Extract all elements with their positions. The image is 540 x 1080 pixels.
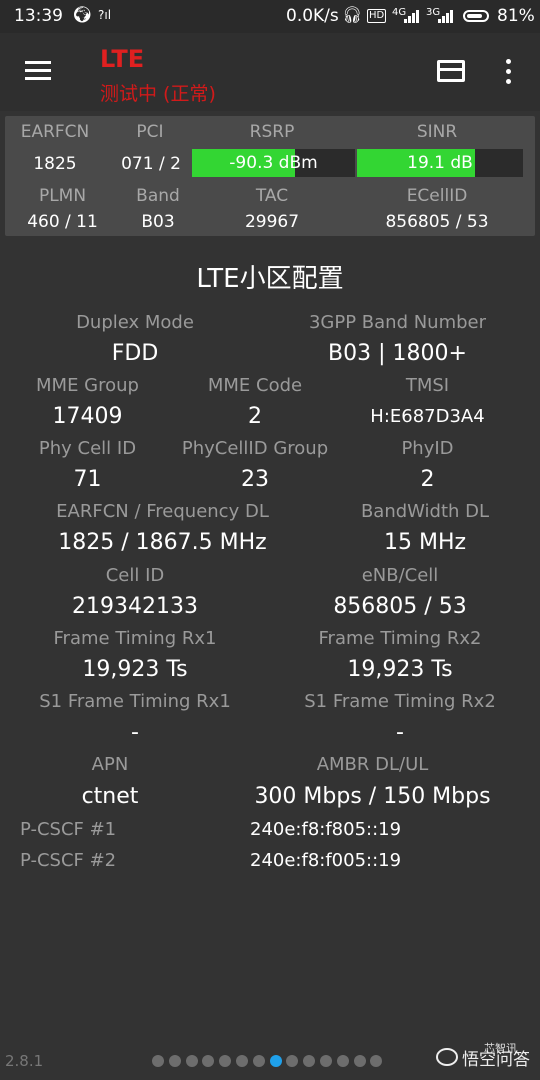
globe-icon: 🌍︎ bbox=[72, 5, 93, 24]
mme-code-label: MME Code bbox=[207, 375, 303, 396]
hd-icon: HD bbox=[367, 9, 387, 23]
page-dot[interactable] bbox=[236, 1055, 248, 1067]
sinr-value: 19.1 dB bbox=[407, 153, 473, 173]
ecellid-value: 856805 / 53 bbox=[385, 212, 489, 232]
status-time: 13:39 bbox=[14, 6, 63, 26]
frame-timing-rx2-label: Frame Timing Rx2 bbox=[318, 628, 482, 649]
duplex-mode-label: Duplex Mode bbox=[76, 312, 194, 333]
pci-header: PCI bbox=[136, 122, 164, 142]
more-options-icon[interactable] bbox=[505, 59, 513, 85]
enb-cell-value: 856805 / 53 bbox=[333, 594, 467, 619]
menu-icon[interactable] bbox=[25, 61, 51, 81]
apn-value: ctnet bbox=[81, 784, 139, 809]
page-dot[interactable] bbox=[152, 1055, 164, 1067]
watermark-text: 悟空问答 bbox=[462, 1050, 530, 1070]
phy-cell-id-label: Phy Cell ID bbox=[38, 438, 137, 459]
band-number-value: B03 | 1800+ bbox=[328, 341, 467, 366]
apn-label: APN bbox=[91, 754, 129, 775]
band-header: Band bbox=[136, 186, 180, 206]
signal-bars-icon bbox=[438, 9, 454, 23]
s1-frame-timing-rx1-value: - bbox=[131, 720, 139, 745]
page-dot[interactable] bbox=[185, 1055, 198, 1067]
tac-value: 29967 bbox=[244, 212, 300, 232]
battery-percent: 81% bbox=[497, 6, 535, 26]
phy-cell-id-value: 71 bbox=[73, 467, 102, 492]
ambr-label: AMBR DL/UL bbox=[316, 754, 429, 775]
app-title: LTE bbox=[100, 45, 145, 73]
cell-id-label: Cell ID bbox=[105, 565, 165, 586]
pcscf1-value: 240e:f8:f805::19 bbox=[250, 819, 402, 840]
s1-frame-timing-rx2-value: - bbox=[396, 720, 404, 745]
tmsi-value: H:E687D3A4 bbox=[370, 406, 485, 427]
signal-icon: ?ıl bbox=[98, 8, 112, 22]
phy-cell-id-group-value: 23 bbox=[241, 467, 269, 492]
phy-id-label: PhyID bbox=[401, 438, 454, 459]
pci-value: 071 / 2 bbox=[121, 154, 181, 174]
cell-id-value: 219342133 bbox=[72, 594, 198, 619]
section-title: LTE小区配置 bbox=[196, 264, 344, 294]
battery-icon bbox=[463, 10, 489, 22]
sinr-meter: 19.1 dB bbox=[357, 149, 523, 177]
enb-cell-label: eNB/Cell bbox=[361, 565, 439, 586]
mme-group-value: 17409 bbox=[52, 404, 123, 429]
summary-panel: EARFCN PCI RSRP SINR 1825 071 / 2 -90.3 … bbox=[5, 116, 535, 236]
page-dot[interactable] bbox=[370, 1055, 383, 1067]
pcscf1-label: P-CSCF #1 bbox=[20, 819, 117, 840]
card-icon[interactable] bbox=[437, 60, 465, 82]
plmn-header: PLMN bbox=[38, 186, 87, 206]
ambr-value: 300 Mbps / 150 Mbps bbox=[254, 784, 491, 809]
earfcn-value: 1825 bbox=[33, 154, 77, 174]
page-dot[interactable] bbox=[353, 1055, 366, 1067]
earfcn-freq-label: EARFCN / Frequency DL bbox=[56, 501, 269, 522]
status-bar: 13:39 🌍︎ ?ıl 0.0K/s 🎧︎ HD 4G 3G 81% bbox=[0, 0, 540, 33]
phy-id-value: 2 bbox=[420, 467, 435, 492]
page-dot[interactable] bbox=[168, 1055, 181, 1067]
tac-header: TAC bbox=[255, 186, 289, 206]
s1-frame-timing-rx2-label: S1 Frame Timing Rx2 bbox=[304, 691, 496, 712]
network-speed: 0.0K/s bbox=[286, 6, 339, 26]
band-value: B03 bbox=[141, 212, 175, 232]
pcscf2-label: P-CSCF #2 bbox=[20, 850, 117, 871]
mme-code-value: 2 bbox=[248, 404, 262, 429]
pcscf2-value: 240e:f8:f005::19 bbox=[250, 850, 402, 871]
rsrp-value: -90.3 dBm bbox=[229, 153, 318, 173]
watermark-logo bbox=[436, 1048, 458, 1066]
phy-cell-id-group-label: PhyCellID Group bbox=[181, 438, 329, 459]
app-version: 2.8.1 bbox=[5, 1052, 44, 1070]
app-bar: LTE 测试中 (正常) bbox=[0, 33, 540, 111]
page-dot[interactable] bbox=[336, 1055, 349, 1067]
duplex-mode-value: FDD bbox=[111, 341, 159, 366]
page-dot[interactable] bbox=[219, 1055, 232, 1067]
frame-timing-rx2-value: 19,923 Ts bbox=[347, 657, 453, 682]
page-dot[interactable] bbox=[320, 1055, 332, 1067]
bandwidth-label: BandWidth DL bbox=[360, 501, 490, 522]
frame-timing-rx1-value: 19,923 Ts bbox=[82, 657, 188, 682]
app-subtitle: 测试中 (正常) bbox=[100, 83, 216, 105]
page-dot[interactable] bbox=[202, 1055, 215, 1067]
signal-bars-icon bbox=[404, 9, 420, 23]
ecellid-header: ECellID bbox=[406, 186, 468, 206]
page-dot[interactable] bbox=[286, 1055, 299, 1067]
s1-frame-timing-rx1-label: S1 Frame Timing Rx1 bbox=[39, 691, 231, 712]
earfcn-freq-value: 1825 / 1867.5 MHz bbox=[58, 530, 267, 555]
rsrp-meter: -90.3 dBm bbox=[192, 149, 355, 177]
mme-group-label: MME Group bbox=[36, 375, 139, 396]
page-dot[interactable] bbox=[252, 1055, 265, 1067]
page-dot[interactable] bbox=[303, 1055, 316, 1067]
page-dot[interactable] bbox=[269, 1055, 282, 1067]
sinr-header: SINR bbox=[416, 122, 458, 142]
plmn-value: 460 / 11 bbox=[27, 212, 98, 232]
earfcn-header: EARFCN bbox=[20, 122, 90, 142]
band-number-label: 3GPP Band Number bbox=[308, 312, 487, 333]
headset-icon: 🎧︎ bbox=[342, 5, 363, 24]
bandwidth-value: 15 MHz bbox=[383, 530, 467, 555]
frame-timing-rx1-label: Frame Timing Rx1 bbox=[53, 628, 217, 649]
rsrp-header: RSRP bbox=[249, 122, 295, 142]
tmsi-label: TMSI bbox=[405, 375, 450, 396]
